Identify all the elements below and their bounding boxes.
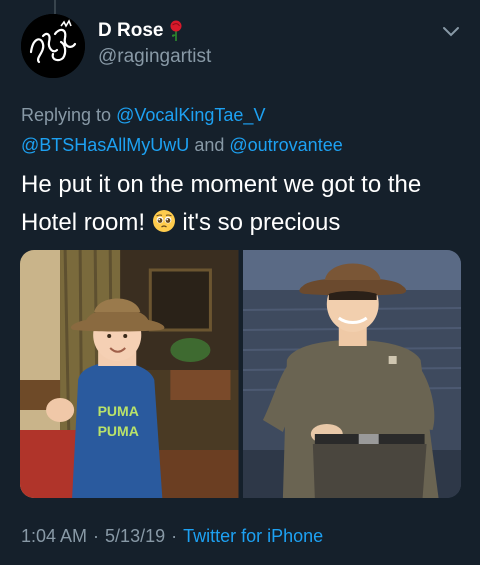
mention-link-2[interactable]: @BTSHasAllMyUwU	[21, 135, 189, 155]
shirt-logo-top: PUMA	[98, 403, 139, 419]
photo-left[interactable]: PUMA PUMA	[20, 250, 239, 498]
photo-man-on-stage	[242, 250, 461, 498]
tweet-text-line-2b: it's so precious	[182, 209, 341, 236]
author-handle[interactable]: @ragingartist	[98, 46, 211, 68]
photo-right[interactable]	[242, 250, 461, 498]
mention-link-3[interactable]: @outrovantee	[229, 135, 342, 155]
author-name[interactable]: D Rose	[98, 20, 185, 42]
tweet-meta: 1:04 AM · 5/13/19 · Twitter for iPhone	[21, 526, 323, 547]
replying-to: Replying to @VocalKingTae_V @BTSHasAllMy…	[21, 100, 466, 160]
tweet-time[interactable]: 1:04 AM	[21, 526, 87, 547]
avatar[interactable]	[21, 14, 85, 78]
media-grid: PUMA PUMA	[20, 250, 461, 498]
pleading-face-icon	[152, 210, 175, 232]
replying-conjunction: and	[194, 135, 225, 155]
shirt-logo-bottom: PUMA	[98, 423, 139, 439]
rose-icon	[170, 20, 182, 41]
tweet-text-line-2a: Hotel room!	[21, 209, 146, 236]
tweet-text: He put it on the moment we got to the Ho…	[21, 166, 466, 242]
tweet-date[interactable]: 5/13/19	[105, 526, 165, 547]
avatar-graphic	[21, 14, 85, 78]
thread-connector-line	[54, 0, 56, 14]
chevron-down-icon[interactable]	[440, 24, 462, 40]
replying-to-label: Replying to	[21, 105, 112, 125]
mention-link-1[interactable]: @VocalKingTae_V	[116, 105, 265, 125]
meta-separator-2: ·	[171, 526, 178, 546]
tweet-text-line-1: He put it on the moment we got to the	[21, 171, 422, 198]
tweet-source-link[interactable]: Twitter for iPhone	[183, 526, 323, 547]
author-display-name: D Rose	[98, 20, 164, 41]
meta-separator-1: ·	[93, 526, 100, 546]
photo-boy-in-hotel: PUMA PUMA	[20, 250, 239, 498]
